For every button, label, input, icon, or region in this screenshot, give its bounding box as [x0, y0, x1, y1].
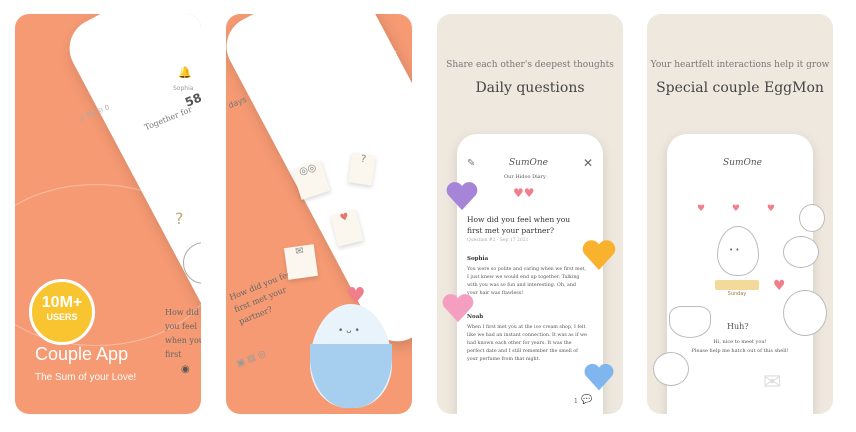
heart-decorations: ♥ ♥ ♥ [697, 204, 787, 214]
egg-shell [310, 344, 392, 408]
headline-line-1: One question a day [265, 46, 396, 63]
purple-heart-character [445, 180, 478, 211]
question-text: How did you feel when you first met your… [467, 215, 571, 235]
pink-heart: ♥ [773, 278, 786, 294]
top-line: Your heartfelt interactions help it grow [650, 60, 830, 70]
quill-icon[interactable]: ✎ [467, 158, 475, 169]
bottom-icons: ▣ ▤ ◎ [235, 348, 268, 370]
days-label: days [227, 94, 248, 111]
screenshot-card-one-question: One question a day to get to know each o… [226, 14, 412, 414]
question-note-card: ? [348, 152, 376, 186]
card-title: Couple App [35, 344, 129, 364]
comment-icon[interactable]: 💬 [581, 395, 592, 405]
question-preview: How did you feel when you first [165, 308, 201, 359]
ribbon: Sunday [715, 280, 759, 297]
heart-icon[interactable]: ◉ [181, 364, 190, 375]
small-blob-character [799, 204, 825, 232]
egg-face: • • [729, 246, 740, 254]
egg-face: • ᴗ • [338, 326, 360, 336]
users-badge: 10M+ USERS [29, 279, 95, 345]
screenshot-card-eggmon: Your heartfelt interactions help it grow… [647, 14, 833, 414]
headline-line-2: to get to know [302, 68, 396, 85]
yellow-heart-character [581, 238, 616, 270]
blue-heart-character [583, 362, 614, 392]
screenshot-card-daily-questions: Share each other's deepest thoughts Dail… [437, 14, 623, 414]
cat-egg-character [653, 352, 689, 386]
bell-icon[interactable]: 🔔 [178, 66, 192, 79]
envelope-icon: ✉ [763, 370, 782, 395]
question-meta: Question #2 · Sep 17 2021 [467, 238, 529, 243]
top-line: Share each other's deepest thoughts [446, 60, 614, 70]
question-mark: ? [175, 209, 184, 228]
pink-heart-character [441, 292, 474, 323]
badge-unit: USERS [46, 312, 78, 322]
bathtub-character [669, 306, 711, 338]
screenshot-card-couple-app: 🔔 Sophia Together for 58 ◎ 80 ◎ 0 ? How … [15, 14, 201, 414]
phone-mockup: ✎ SumOne ✕ Our Hidoo Diary ♥♥ How did yo… [457, 134, 603, 414]
huh-text: Huh? [727, 322, 749, 331]
chick-character [783, 290, 827, 336]
answer2-text: When I first met you at the ice cream sh… [467, 325, 587, 362]
badge-number: 10M+ [41, 294, 83, 311]
close-icon[interactable]: ✕ [583, 156, 593, 170]
bunny-character [783, 236, 819, 268]
letter-note-card: ✉ [283, 244, 319, 280]
headline: One question a day to get to know each o… [266, 44, 396, 110]
headline-line-3: each other better [282, 90, 396, 107]
card-title: Special couple EggMon [656, 80, 824, 96]
card-title: Daily questions [475, 80, 585, 96]
answer1-text: You were so polite and caring when we fi… [467, 267, 587, 296]
diary-label: Our Hidoo Diary [504, 174, 546, 180]
answer1-name: Sophia [467, 256, 489, 262]
message-line-1: Hi, nice to meet you! [713, 339, 767, 345]
comment-count: 1 [574, 398, 578, 405]
user-name: Sophia [173, 85, 194, 92]
app-name: SumOne [509, 158, 548, 168]
ribbon-label: Sunday [727, 291, 747, 297]
pink-heart: ♥ [346, 284, 366, 309]
message-line-2: Please help me hatch out of this shell! [691, 348, 789, 354]
app-name: SumOne [723, 158, 762, 168]
phone-mockup: SumOne ♥ ♥ ♥ • • Sunday Huh? Hi, nice to… [667, 134, 813, 414]
card-subtitle: The Sum of your Love! [35, 372, 137, 383]
couple-hearts: ♥♥ [513, 186, 535, 200]
